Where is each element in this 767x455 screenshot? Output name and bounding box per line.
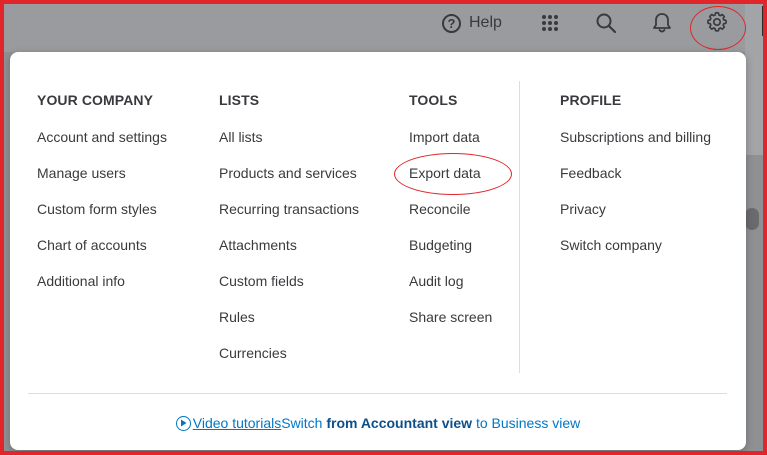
switch-prefix: Switch [281,415,327,431]
video-tutorials-link[interactable]: Video tutorials [193,415,281,431]
play-circle-icon[interactable] [175,415,191,431]
menu-item-recurring-transactions[interactable]: Recurring transactions [219,201,359,237]
lists-heading: LISTS [219,92,260,108]
profile-column: PROFILE Subscriptions and billing Feedba… [560,92,711,273]
menu-item-budgeting[interactable]: Budgeting [409,237,492,273]
help-label: Help [469,14,502,31]
lists-column: LISTS All lists Products and services Re… [219,92,359,381]
your-company-heading: YOUR COMPANY [37,92,154,108]
switch-bold-text: from Accountant view [326,415,473,431]
background-panel-edge-lower [745,155,763,451]
switch-view-link[interactable]: Switch from Accountant view to Business … [281,415,580,431]
menu-item-currencies[interactable]: Currencies [219,345,359,381]
menu-item-products-and-services[interactable]: Products and services [219,165,359,201]
menu-item-attachments[interactable]: Attachments [219,237,359,273]
menu-item-account-and-settings[interactable]: Account and settings [37,129,167,165]
background-scroll-handle [745,208,759,230]
menu-item-additional-info[interactable]: Additional info [37,273,167,309]
menu-item-switch-company[interactable]: Switch company [560,237,711,273]
search-icon[interactable] [594,11,618,35]
tools-heading: TOOLS [409,92,458,108]
apps-grid-icon[interactable] [539,12,561,34]
settings-dropdown-menu: YOUR COMPANY Account and settings Manage… [10,52,746,450]
menu-item-audit-log[interactable]: Audit log [409,273,492,309]
menu-item-custom-form-styles[interactable]: Custom form styles [37,201,167,237]
settings-gear-icon[interactable] [705,10,729,34]
menu-item-manage-users[interactable]: Manage users [37,165,167,201]
footer-divider [28,393,727,394]
help-icon: ? [442,13,461,33]
column-divider [519,81,520,373]
menu-item-share-screen[interactable]: Share screen [409,309,492,345]
menu-item-privacy[interactable]: Privacy [560,201,711,237]
menu-item-export-data[interactable]: Export data [409,165,492,201]
menu-item-chart-of-accounts[interactable]: Chart of accounts [37,237,167,273]
menu-item-rules[interactable]: Rules [219,309,359,345]
menu-item-import-data[interactable]: Import data [409,129,492,165]
help-button[interactable]: ? Help [442,10,502,36]
menu-item-all-lists[interactable]: All lists [219,129,359,165]
menu-item-custom-fields[interactable]: Custom fields [219,273,359,309]
profile-heading: PROFILE [560,92,622,108]
tools-column: TOOLS Import data Export data Reconcile … [409,92,492,345]
switch-suffix: to Business view [472,415,581,431]
menu-item-feedback[interactable]: Feedback [560,165,711,201]
notifications-bell-icon[interactable] [651,11,673,35]
your-company-column: YOUR COMPANY Account and settings Manage… [37,92,167,309]
menu-item-reconcile[interactable]: Reconcile [409,201,492,237]
top-bar: ? Help [0,0,767,50]
menu-footer: Video tutorials Switch from Accountant v… [10,413,746,433]
menu-item-subscriptions-and-billing[interactable]: Subscriptions and billing [560,129,711,165]
